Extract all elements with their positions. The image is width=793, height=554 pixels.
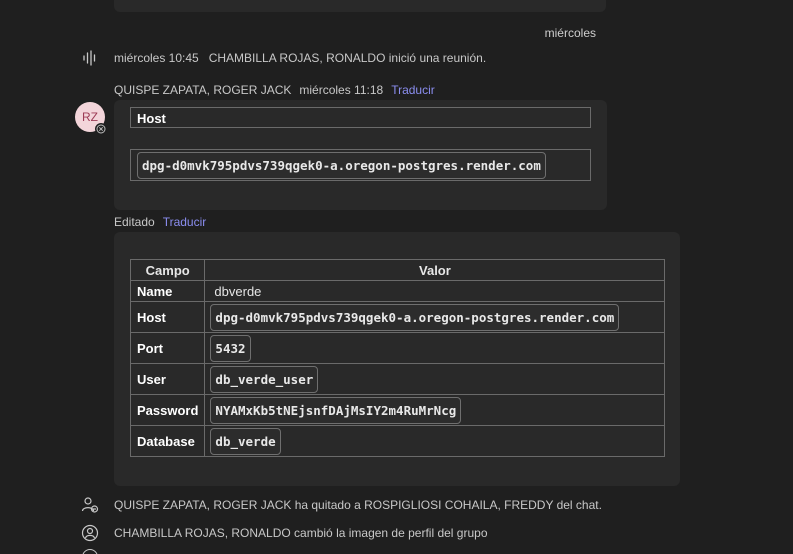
field-name: Port: [129, 332, 206, 364]
field-value-code[interactable]: db_verde_user: [210, 365, 319, 393]
previous-message-bubble[interactable]: [114, 0, 606, 12]
edited-label: Editado: [114, 215, 155, 229]
field-value: db_verde: [204, 425, 666, 457]
avatar-initials: RZ: [82, 110, 98, 124]
field-value-text: dbverde: [214, 283, 262, 299]
day-separator: miércoles: [544, 26, 596, 40]
field-name: Name: [129, 280, 206, 302]
field-name: Database: [129, 425, 206, 457]
field-value: db_verde_user: [204, 363, 666, 395]
waveform-icon: [80, 48, 100, 68]
field-name: Password: [129, 394, 206, 426]
field-value-code[interactable]: db_verde: [210, 427, 281, 455]
group-picture-text: CHAMBILLA ROJAS, RONALDO cambió la image…: [114, 526, 488, 540]
member-removed-text: QUISPE ZAPATA, ROGER JACK ha quitado a R…: [114, 498, 602, 512]
column-header-value: Valor: [204, 259, 666, 281]
field-value-code[interactable]: NYAMxKb5tNEjsnfDAjMsIY2m4RuMrNcg: [210, 396, 462, 424]
next-event-icon: [82, 549, 98, 554]
field-value: dbverde: [204, 280, 666, 302]
table-row: Name dbverde: [129, 280, 666, 302]
field-name: User: [129, 363, 206, 395]
edited-header: Editado Traducir: [114, 215, 206, 229]
table-row: Password NYAMxKb5tNEjsnfDAjMsIY2m4RuMrNc…: [129, 394, 666, 426]
person-remove-icon: [80, 495, 100, 515]
table-row: Port 5432: [129, 332, 666, 364]
table-row: Database db_verde: [129, 425, 666, 457]
group-avatar-icon: [80, 523, 100, 543]
translate-link-edited[interactable]: Traducir: [163, 215, 207, 229]
column-header-field: Campo: [129, 259, 206, 281]
field-value: 5432: [204, 332, 666, 364]
field-name: Host: [129, 301, 206, 333]
message-time: miércoles 11:18: [299, 83, 384, 97]
table-row: Host dpg-d0mvk795pdvs739qgek0-a.oregon-p…: [129, 301, 666, 333]
field-value-code[interactable]: 5432: [210, 334, 251, 362]
field-value-code[interactable]: dpg-d0mvk795pdvs739qgek0-a.oregon-postgr…: [210, 303, 620, 331]
host-header-cell: Host: [130, 107, 591, 128]
meeting-started-event: miércoles 10:45 CHAMBILLA ROJAS, RONALDO…: [80, 48, 486, 68]
field-value: dpg-d0mvk795pdvs739qgek0-a.oregon-postgr…: [204, 301, 666, 333]
host-code[interactable]: dpg-d0mvk795pdvs739qgek0-a.oregon-postgr…: [137, 152, 546, 179]
member-removed-event: QUISPE ZAPATA, ROGER JACK ha quitado a R…: [80, 495, 602, 515]
presence-blocked-icon: [95, 123, 107, 135]
table-row: User db_verde_user: [129, 363, 666, 395]
message-header: QUISPE ZAPATA, ROGER JACK miércoles 11:1…: [114, 83, 435, 97]
message-author: QUISPE ZAPATA, ROGER JACK: [114, 83, 292, 97]
group-picture-event: CHAMBILLA ROJAS, RONALDO cambió la image…: [80, 523, 488, 543]
meeting-started-text: miércoles 10:45 CHAMBILLA ROJAS, RONALDO…: [114, 51, 487, 65]
translate-link[interactable]: Traducir: [391, 83, 435, 97]
host-value-cell: dpg-d0mvk795pdvs739qgek0-a.oregon-postgr…: [130, 149, 591, 181]
field-value: NYAMxKb5tNEjsnfDAjMsIY2m4RuMrNcg: [204, 394, 666, 426]
credentials-table: Campo Valor Name dbverde Host dpg-d0mvk7…: [129, 259, 666, 457]
